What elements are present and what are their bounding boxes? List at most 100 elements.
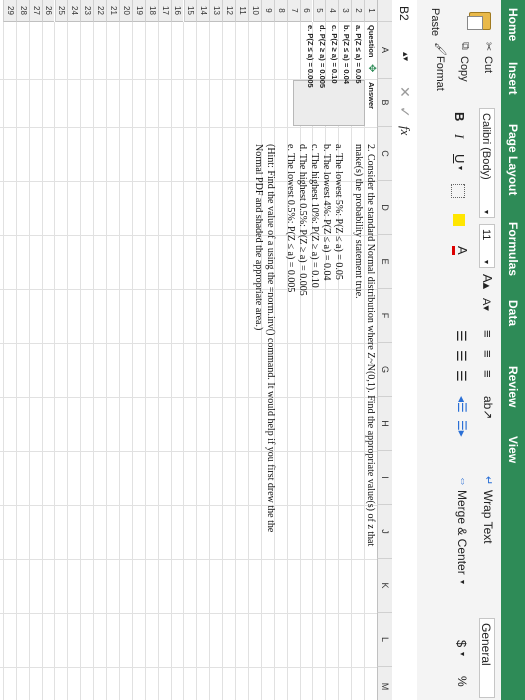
- font-name-dropdown[interactable]: Calibri (Body) ▾: [479, 108, 495, 218]
- column-header-a[interactable]: A: [377, 22, 392, 79]
- column-header-i[interactable]: I: [377, 451, 392, 505]
- row-header[interactable]: 27: [28, 0, 42, 22]
- column-header-m[interactable]: M: [377, 667, 392, 700]
- enter-icon[interactable]: ✓: [396, 106, 413, 118]
- worksheet-grid[interactable]: A B C D E F G H I J K L M 1 2 3 4 5 6 7 8 9 10 11 1…: [0, 0, 392, 700]
- italic-icon[interactable]: I: [451, 134, 467, 138]
- tab-data[interactable]: Data: [506, 300, 520, 326]
- fill-handle-icon[interactable]: ✥: [366, 64, 377, 72]
- tab-page-layout[interactable]: Page Layout: [506, 124, 520, 195]
- cell-a2[interactable]: a. P(Z ≤ a) = 0.05: [354, 25, 363, 84]
- percent-icon[interactable]: %: [455, 676, 469, 687]
- format-painter-button[interactable]: Format: [434, 56, 446, 91]
- row-header[interactable]: 13: [209, 0, 223, 22]
- increase-indent-icon[interactable]: ☰▸: [455, 420, 469, 437]
- copy-button[interactable]: Copy: [458, 56, 470, 82]
- answer-input-area[interactable]: [293, 80, 365, 126]
- cell-a1[interactable]: Question: [367, 25, 376, 58]
- font-size-dropdown[interactable]: 11 ▾: [479, 224, 495, 268]
- row-header[interactable]: 25: [54, 0, 68, 22]
- row-header[interactable]: 22: [93, 0, 107, 22]
- column-header-c[interactable]: C: [377, 127, 392, 181]
- column-header-d[interactable]: D: [377, 181, 392, 235]
- paste-button[interactable]: Paste: [421, 4, 497, 40]
- tab-formulas[interactable]: Formulas: [506, 222, 520, 276]
- align-left-icon[interactable]: ☰: [453, 330, 469, 342]
- column-header-f[interactable]: F: [377, 289, 392, 343]
- row-header[interactable]: 2: [351, 0, 365, 22]
- row-header[interactable]: 3: [338, 0, 352, 22]
- row-header[interactable]: 9: [260, 0, 274, 22]
- column-header-e[interactable]: E: [377, 235, 392, 289]
- row-header[interactable]: 16: [170, 0, 184, 22]
- font-color-icon[interactable]: A: [452, 246, 470, 255]
- row-header[interactable]: 29: [2, 0, 16, 22]
- name-box-stepper[interactable]: ▴▾: [400, 52, 411, 61]
- row-header[interactable]: 8: [273, 0, 287, 22]
- fx-button[interactable]: fx: [397, 126, 413, 135]
- align-middle-icon[interactable]: ≡: [480, 350, 495, 358]
- cell-a6[interactable]: e. P(Z ≤ a) = 0.005: [306, 25, 315, 88]
- row-header[interactable]: 1: [364, 0, 377, 22]
- row-header[interactable]: 6: [299, 0, 313, 22]
- row-header[interactable]: 18: [144, 0, 158, 22]
- name-box[interactable]: B2: [397, 6, 411, 21]
- tab-home[interactable]: Home: [506, 8, 520, 41]
- row-header[interactable]: 24: [67, 0, 81, 22]
- tab-view[interactable]: View: [506, 436, 520, 463]
- tab-review[interactable]: Review: [506, 366, 520, 407]
- row-header[interactable]: 4: [325, 0, 339, 22]
- chevron-down-icon[interactable]: ▾: [456, 166, 465, 170]
- fill-color-icon[interactable]: [453, 214, 465, 226]
- borders-icon[interactable]: [451, 184, 465, 198]
- row-header[interactable]: 7: [286, 0, 300, 22]
- row-header[interactable]: 14: [196, 0, 210, 22]
- row-header[interactable]: 21: [106, 0, 119, 22]
- number-format-dropdown[interactable]: General: [479, 618, 495, 698]
- column-header-j[interactable]: J: [377, 505, 392, 559]
- currency-button[interactable]: $: [454, 640, 469, 647]
- wrap-text-button[interactable]: Wrap Text: [481, 490, 495, 544]
- cancel-icon[interactable]: ✕: [396, 86, 413, 98]
- chevron-down-icon[interactable]: ▾: [458, 580, 467, 584]
- chevron-down-icon[interactable]: ▾: [458, 652, 467, 656]
- question-item-a: a. The lowest 5%: P(Z ≤ a) = 0.05: [333, 144, 344, 280]
- cell-a5[interactable]: d. P(Z ≥ a) = 0.005: [318, 25, 327, 88]
- column-header-l[interactable]: L: [377, 613, 392, 667]
- row-header[interactable]: 10: [248, 0, 261, 22]
- orientation-icon[interactable]: ab↗: [481, 396, 495, 419]
- underline-icon[interactable]: U: [452, 154, 467, 163]
- row-header[interactable]: 12: [222, 0, 236, 22]
- align-right-icon[interactable]: ☰: [453, 370, 469, 382]
- column-header-k[interactable]: K: [377, 559, 392, 613]
- row-header[interactable]: 28: [15, 0, 29, 22]
- column-header-b[interactable]: B: [377, 79, 392, 127]
- row-header[interactable]: 11: [235, 0, 248, 22]
- question-line-1: 2. Consider the standard Normal distribu…: [365, 144, 376, 547]
- row-header[interactable]: 19: [131, 0, 145, 22]
- cell-a4[interactable]: c. P(Z ≥ a) = 0.10: [330, 25, 339, 84]
- bold-icon[interactable]: B: [452, 112, 467, 121]
- row-header[interactable]: 15: [183, 0, 197, 22]
- decrease-indent-icon[interactable]: ◂☰: [455, 396, 469, 413]
- cell-a3[interactable]: b. P(Z ≤ a) = 0.04: [342, 25, 351, 84]
- question-line-2: make(s) the probability statement true.: [353, 144, 364, 299]
- align-top-icon[interactable]: ≡: [480, 330, 495, 338]
- align-center-icon[interactable]: ☰: [453, 350, 469, 362]
- align-bottom-icon[interactable]: ≡: [480, 370, 495, 378]
- row-header[interactable]: 26: [41, 0, 55, 22]
- decrease-font-size-icon[interactable]: A▾: [480, 298, 493, 311]
- formula-input[interactable]: [395, 146, 414, 696]
- row-header[interactable]: 17: [157, 0, 171, 22]
- tab-insert[interactable]: Insert: [506, 62, 520, 95]
- row-header[interactable]: 20: [119, 0, 132, 22]
- column-header-g[interactable]: G: [377, 343, 392, 397]
- merge-center-button[interactable]: Merge & Center: [455, 490, 469, 575]
- increase-font-size-icon[interactable]: A▴: [479, 274, 495, 289]
- row-header[interactable]: 23: [80, 0, 94, 22]
- row-header[interactable]: 5: [312, 0, 326, 22]
- cell-b1[interactable]: Answer: [367, 82, 376, 109]
- cut-button[interactable]: Cut: [482, 56, 494, 73]
- column-header-h[interactable]: H: [377, 397, 392, 451]
- select-all-corner[interactable]: [377, 0, 392, 22]
